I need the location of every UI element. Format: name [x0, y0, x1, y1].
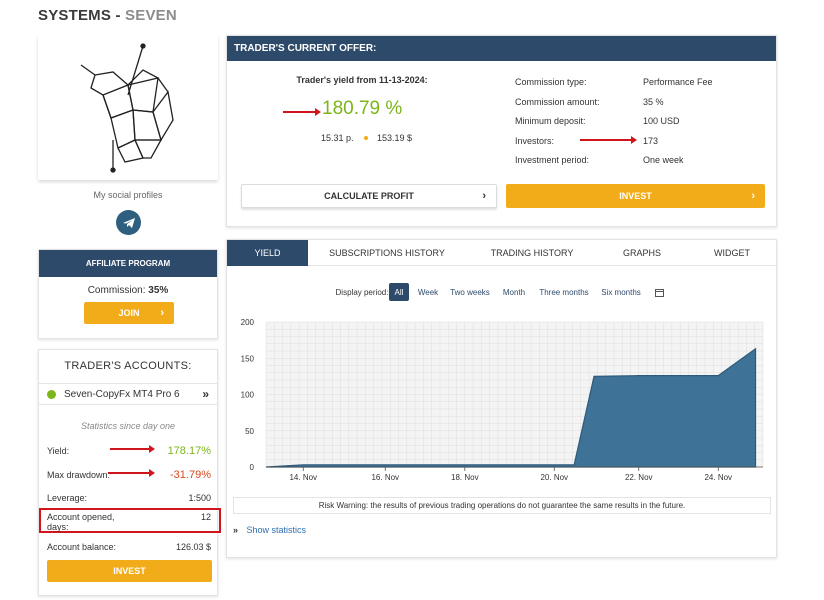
offer-invest-button[interactable]: INVEST › — [506, 184, 765, 208]
offer-yield-value: 180.79 % — [322, 98, 403, 119]
minimum-deposit-label: Minimum deposit: — [515, 116, 586, 126]
leverage-label: Leverage: — [47, 493, 88, 503]
calculate-profit-button[interactable]: CALCULATE PROFIT › — [241, 184, 497, 208]
tab-widget[interactable]: WIDGET — [697, 240, 767, 266]
page-title: SYSTEMS - SEVEN — [38, 7, 177, 24]
investment-period-label: Investment period: — [515, 155, 590, 165]
page-title-main: SYSTEMS - — [38, 7, 121, 24]
max-drawdown-value: -31.79% — [170, 469, 211, 481]
double-chevron-icon: » — [202, 387, 209, 401]
investors-value: 173 — [643, 136, 659, 146]
social-profiles-label: My social profiles — [93, 190, 163, 200]
separator-dot-icon — [364, 136, 368, 140]
red-arrow-annotation — [283, 108, 321, 116]
commission-amount-value: 35 % — [643, 97, 664, 107]
y-tick-label: 0 — [250, 463, 255, 472]
red-arrow-annotation — [580, 136, 637, 144]
current-offer-card: TRADER'S CURRENT OFFER: Trader's yield f… — [226, 35, 777, 227]
chevron-right-icon: › — [751, 190, 755, 202]
investment-period-value: One week — [643, 155, 684, 165]
yield-value: 178.17% — [167, 445, 211, 457]
accounts-title: TRADER'S ACCOUNTS: — [64, 360, 192, 372]
minimum-deposit-value: 100 USD — [643, 116, 680, 126]
offer-header: TRADER'S CURRENT OFFER: — [227, 36, 776, 61]
commission-type-value: Performance Fee — [643, 77, 713, 87]
y-tick-label: 100 — [241, 391, 255, 400]
account-name: Seven-CopyFx MT4 Pro 6 — [64, 389, 180, 400]
period-week[interactable]: Week — [415, 283, 441, 301]
period-selector: Display period: All Week Two weeks Month… — [335, 283, 675, 301]
page-title-system: SEVEN — [125, 7, 177, 24]
status-dot-icon — [47, 390, 56, 399]
tab-subscriptions-history[interactable]: SUBSCRIPTIONS HISTORY — [327, 240, 447, 266]
x-tick-label: 18. Nov — [451, 473, 479, 482]
y-tick-label: 200 — [241, 318, 255, 327]
tab-bar: YIELD SUBSCRIPTIONS HISTORY TRADING HIST… — [227, 240, 776, 266]
account-balance-label: Account balance: — [47, 542, 117, 552]
chevron-right-icon: › — [482, 190, 486, 202]
yield-from-label: Trader's yield from 11-13-2024: — [296, 75, 428, 85]
affiliate-card: AFFILIATE PROGRAM Commission: 35% JOIN › — [38, 249, 218, 339]
y-tick-label: 150 — [241, 354, 255, 363]
account-opened-value: 12 — [200, 512, 211, 522]
offer-title: TRADER'S CURRENT OFFER: — [234, 43, 377, 54]
period-two-weeks[interactable]: Two weeks — [449, 283, 491, 301]
y-tick-label: 50 — [245, 427, 254, 436]
commission-type-label: Commission type: — [515, 77, 587, 87]
account-opened-label: Account opened, days: — [47, 512, 115, 532]
x-tick-label: 16. Nov — [371, 473, 399, 482]
account-invest-label: INVEST — [113, 566, 146, 576]
chevron-right-icon: › — [160, 307, 164, 319]
profile-card — [38, 35, 218, 180]
offer-invest-label: INVEST — [619, 191, 652, 201]
calculate-profit-label: CALCULATE PROFIT — [324, 191, 414, 201]
max-drawdown-label: Max drawdown: — [47, 470, 111, 480]
show-statistics-link[interactable]: » Show statistics — [233, 525, 306, 535]
commission-value: 35% — [148, 285, 169, 296]
affiliate-header: AFFILIATE PROGRAM — [39, 250, 217, 277]
stats-note: Statistics since day one — [80, 421, 176, 431]
period-label: Display period: — [335, 287, 389, 297]
tab-yield[interactable]: YIELD — [227, 240, 308, 266]
show-statistics-label: Show statistics — [246, 525, 307, 535]
geometric-bull-logo — [80, 43, 174, 173]
join-label: JOIN — [118, 308, 140, 318]
commission-amount-label: Commission amount: — [515, 97, 600, 107]
yield-chart: 0 50 100 150 200 14. Nov 16. Nov 18. Nov 20. Nov… — [241, 318, 764, 482]
money-value: 153.19 $ — [377, 133, 413, 143]
calendar-icon[interactable] — [651, 283, 667, 301]
account-invest-button[interactable]: INVEST — [47, 560, 212, 582]
leverage-value: 1:500 — [188, 493, 211, 503]
x-tick-label: 14. Nov — [289, 473, 317, 482]
x-tick-label: 22. Nov — [625, 473, 653, 482]
tab-graphs[interactable]: GRAPHS — [607, 240, 677, 266]
affiliate-commission: Commission: 35% — [39, 285, 217, 296]
risk-warning: Risk Warning: the results of previous tr… — [233, 497, 771, 514]
account-balance-value: 126.03 $ — [175, 542, 211, 552]
period-all[interactable]: All — [389, 283, 409, 301]
commission-label: Commission: — [87, 285, 146, 296]
x-tick-label: 24. Nov — [704, 473, 732, 482]
red-arrow-annotation — [108, 469, 155, 477]
investors-label: Investors: — [515, 136, 555, 146]
telegram-icon[interactable] — [116, 210, 141, 235]
yield-label: Yield: — [47, 446, 70, 456]
period-six-months[interactable]: Six months — [599, 283, 643, 301]
x-tick-label: 20. Nov — [540, 473, 568, 482]
tab-trading-history[interactable]: TRADING HISTORY — [477, 240, 587, 266]
period-month[interactable]: Month — [499, 283, 529, 301]
account-selector[interactable]: Seven-CopyFx MT4 Pro 6 » — [39, 383, 217, 405]
double-chevron-icon: » — [233, 525, 239, 535]
period-three-months[interactable]: Three months — [537, 283, 591, 301]
points-value: 15.31 p. — [321, 133, 354, 143]
red-arrow-annotation — [110, 445, 155, 453]
join-button[interactable]: JOIN › — [84, 302, 174, 324]
yield-panel: YIELD SUBSCRIPTIONS HISTORY TRADING HIST… — [226, 239, 777, 558]
